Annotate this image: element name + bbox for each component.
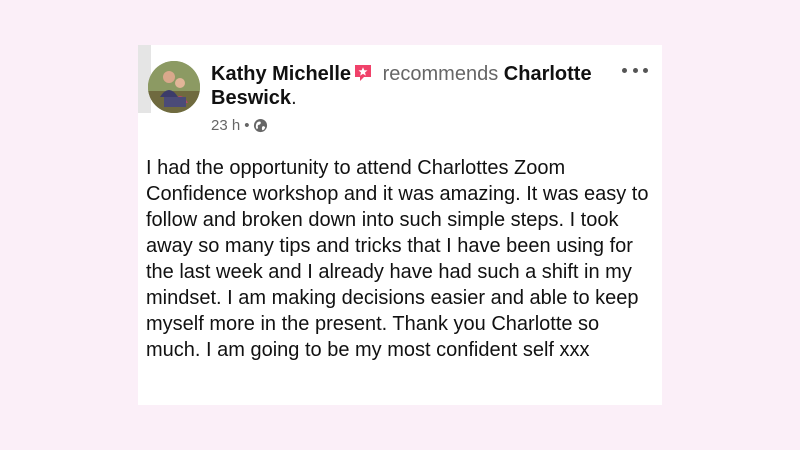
header-period: . bbox=[291, 87, 297, 109]
more-dot bbox=[622, 67, 627, 73]
post-body-text: I had the opportunity to attend Charlott… bbox=[146, 157, 649, 361]
avatar-photo bbox=[148, 61, 200, 113]
author-avatar[interactable] bbox=[148, 61, 200, 113]
recommended-page-name-first[interactable]: Charlotte bbox=[504, 63, 592, 85]
more-options-icon[interactable] bbox=[622, 63, 648, 77]
more-dot bbox=[643, 67, 648, 73]
globe-icon bbox=[253, 118, 268, 133]
recommended-page-name-second[interactable]: Beswick bbox=[211, 87, 291, 109]
action-text: recommends bbox=[382, 63, 499, 85]
more-dot bbox=[632, 67, 638, 73]
recommendation-post-card: Kathy Michelle recommends Charlotte Besw… bbox=[138, 45, 662, 405]
recommendation-star-icon bbox=[353, 63, 373, 83]
meta-separator: • bbox=[244, 117, 250, 134]
author-name[interactable]: Kathy Michelle bbox=[211, 63, 351, 85]
post-header: Kathy Michelle recommends Charlotte Besw… bbox=[211, 62, 611, 110]
post-timestamp[interactable]: 23 h bbox=[211, 117, 240, 134]
post-meta: 23 h • bbox=[211, 117, 268, 134]
